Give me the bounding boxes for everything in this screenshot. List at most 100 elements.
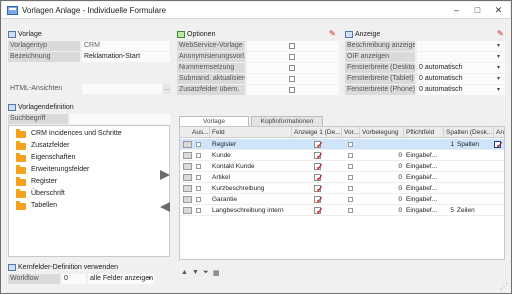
row-aus-checkbox[interactable] bbox=[196, 197, 201, 202]
close-button[interactable]: ✕ bbox=[492, 4, 505, 16]
tree-panel: CRM Incidences und Schritte Zusatzfelder E… bbox=[8, 125, 170, 257]
tab-kopfinformationen[interactable]: Kopfinformationen bbox=[251, 116, 323, 126]
table-row[interactable]: Register ✓ 1 Spalten ✓ bbox=[180, 139, 504, 150]
option-label: Anonymisierungsvorl. bbox=[177, 52, 245, 62]
resize-grip-icon[interactable]: ⋰ bbox=[500, 282, 508, 291]
workflow-field[interactable]: 0 bbox=[62, 274, 86, 284]
display-select[interactable] bbox=[417, 41, 505, 51]
tree-item[interactable]: Erweiterungsfelder bbox=[9, 165, 167, 175]
column-header[interactable]: Spalten (Desk... bbox=[444, 127, 494, 138]
optionen-title: Optionen bbox=[187, 31, 216, 38]
vor-checkbox[interactable] bbox=[348, 164, 353, 169]
suchbegriff-label: Suchbegriff bbox=[8, 114, 68, 124]
vorbelegung-value: 0 bbox=[398, 196, 402, 203]
column-header[interactable]: Pflichtfeld bbox=[404, 127, 444, 138]
options-icon bbox=[177, 30, 185, 38]
filter-icon[interactable]: ⏷ bbox=[203, 269, 209, 277]
column-header[interactable]: Feld bbox=[210, 127, 292, 138]
option-checkbox[interactable] bbox=[289, 87, 295, 93]
anzeige-checkbox[interactable]: ✓ bbox=[314, 173, 324, 183]
row-aus-checkbox[interactable] bbox=[196, 153, 201, 158]
display-select[interactable]: 0 automatisch bbox=[417, 63, 505, 73]
anzeige-checkbox[interactable]: ✓ bbox=[314, 206, 324, 216]
display-select[interactable]: 0 automatisch bbox=[417, 74, 505, 84]
spalten-unit bbox=[455, 150, 493, 161]
minimize-button[interactable]: – bbox=[450, 4, 463, 16]
move-right-icon[interactable] bbox=[158, 169, 172, 181]
field-name: Kunde bbox=[212, 152, 231, 159]
table-row[interactable]: Kunde ✓ 0 Eingabef... bbox=[180, 150, 504, 161]
maximize-button[interactable]: □ bbox=[471, 4, 484, 16]
table-row[interactable]: Langbeschreibung intern ✓ 0 Eingabef... 5 Zei… bbox=[180, 205, 504, 216]
pin-icon[interactable]: ✎ bbox=[497, 29, 504, 38]
table-row[interactable]: Kontakt Kunde ✓ 0 Eingabef... bbox=[180, 161, 504, 172]
chevron-down-icon[interactable]: ▾ bbox=[497, 75, 500, 82]
row-aus-checkbox[interactable] bbox=[196, 175, 201, 180]
display-select[interactable]: 0 automatisch bbox=[417, 85, 505, 95]
tree-item[interactable]: Eigenschaften bbox=[9, 153, 167, 163]
pin-icon[interactable]: ✎ bbox=[329, 29, 336, 38]
tree-item[interactable]: Register bbox=[9, 177, 167, 187]
column-header[interactable]: Anzeige 1 (De... bbox=[292, 127, 342, 138]
chevron-down-icon[interactable]: ▾ bbox=[497, 86, 500, 93]
anzeige-checkbox[interactable]: ✓ bbox=[314, 151, 324, 161]
option-checkbox[interactable] bbox=[289, 65, 295, 71]
tree-item-label: Eigenschaften bbox=[31, 154, 76, 161]
vor-checkbox[interactable] bbox=[348, 175, 353, 180]
vor-checkbox[interactable] bbox=[348, 208, 353, 213]
vorlagendefinition-header: Vorlagendefinition bbox=[8, 103, 74, 113]
column-header[interactable]: Anz bbox=[494, 127, 504, 138]
anzeige-checkbox[interactable]: ✓ bbox=[314, 140, 324, 150]
option-row: Zusatzfelder übern. bbox=[177, 85, 339, 95]
chevron-down-icon[interactable]: ▾ bbox=[497, 64, 500, 71]
chevron-down-icon[interactable]: ▾ bbox=[497, 42, 500, 49]
chevron-down-icon[interactable]: ▾ bbox=[148, 275, 151, 282]
vor-checkbox[interactable] bbox=[348, 197, 353, 202]
row-aus-checkbox[interactable] bbox=[196, 164, 201, 169]
column-header[interactable]: Vor... bbox=[342, 127, 360, 138]
row-aus-checkbox[interactable] bbox=[196, 142, 201, 147]
option-row: Anonymisierungsvorl. bbox=[177, 52, 339, 62]
move-down-icon[interactable]: ▼ bbox=[192, 269, 199, 276]
table-row[interactable]: Artikel ✓ 0 Eingabef... bbox=[180, 172, 504, 183]
tree-item[interactable]: CRM Incidences und Schritte bbox=[9, 129, 167, 139]
option-checkbox[interactable] bbox=[289, 76, 295, 82]
vor-checkbox[interactable] bbox=[348, 186, 353, 191]
filter-select[interactable]: alle Felder anzeigen bbox=[88, 274, 154, 284]
html-ansichten-field[interactable] bbox=[82, 84, 162, 94]
chevron-down-icon[interactable]: ▾ bbox=[497, 53, 500, 60]
row-aus-checkbox[interactable] bbox=[196, 186, 201, 191]
tree-item-label: Register bbox=[31, 178, 58, 185]
suchbegriff-row: Suchbegriff bbox=[8, 114, 170, 124]
row-aus-checkbox[interactable] bbox=[196, 208, 201, 213]
html-ansichten-browse-button[interactable]: ... bbox=[163, 84, 171, 94]
option-checkbox[interactable] bbox=[289, 54, 295, 60]
table-row[interactable]: Kurzbeschreibung ✓ 0 Eingabef... bbox=[180, 183, 504, 194]
move-up-icon[interactable]: ▲ bbox=[181, 269, 188, 276]
vor-checkbox[interactable] bbox=[348, 153, 353, 158]
check-icon: ✓ bbox=[316, 206, 324, 216]
suchbegriff-input[interactable] bbox=[70, 114, 170, 124]
column-header[interactable]: Vorbelegung bbox=[360, 127, 404, 138]
table-row[interactable]: Garantie ✓ 0 Eingabef... bbox=[180, 194, 504, 205]
folder-icon bbox=[16, 129, 26, 138]
anzeige-checkbox[interactable]: ✓ bbox=[314, 195, 324, 205]
anzeige-checkbox[interactable]: ✓ bbox=[314, 162, 324, 172]
option-checkbox[interactable] bbox=[289, 43, 295, 49]
column-header[interactable]: Aus... bbox=[190, 127, 210, 138]
bezeichnung-row: Bezeichnung Reklamation-Start bbox=[8, 52, 170, 62]
tree-item[interactable]: Zusatzfelder bbox=[9, 141, 167, 151]
grid-options-icon[interactable]: ▦ bbox=[213, 269, 220, 277]
vorlagentyp-field[interactable]: CRM bbox=[82, 41, 170, 51]
tree-item[interactable]: Tabellen bbox=[9, 201, 167, 211]
bezeichnung-field[interactable]: Reklamation-Start bbox=[82, 52, 170, 62]
display-select[interactable] bbox=[417, 52, 505, 62]
vor-checkbox[interactable] bbox=[348, 142, 353, 147]
anzeige-checkbox[interactable]: ✓ bbox=[314, 184, 324, 194]
tab-vorlage[interactable]: Vorlage bbox=[179, 116, 249, 126]
move-left-icon[interactable] bbox=[158, 201, 172, 213]
check-icon: ✓ bbox=[316, 173, 324, 183]
anzeige-title: Anzeige bbox=[355, 31, 381, 38]
anz-checkbox[interactable]: ✓ bbox=[494, 140, 504, 150]
tree-item[interactable]: Überschrift bbox=[9, 189, 167, 199]
